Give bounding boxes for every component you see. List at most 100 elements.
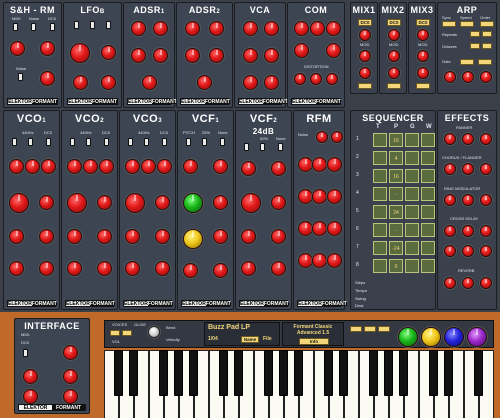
button[interactable] [387, 83, 401, 89]
knob[interactable] [67, 229, 82, 244]
knob[interactable] [213, 229, 228, 244]
seq-cell[interactable] [405, 241, 419, 255]
piano-black-key[interactable] [159, 350, 168, 396]
piano-black-key[interactable] [474, 350, 483, 396]
knob[interactable] [417, 67, 429, 79]
knob[interactable] [243, 75, 258, 90]
knob[interactable] [209, 21, 224, 36]
piano-black-key[interactable] [294, 350, 303, 396]
seq-cell[interactable] [405, 151, 419, 165]
knob[interactable] [131, 48, 146, 63]
piano-black-key[interactable] [219, 350, 228, 396]
knob[interactable] [41, 159, 56, 174]
switch[interactable] [46, 138, 51, 146]
knob[interactable] [23, 369, 38, 384]
knob[interactable] [63, 389, 78, 404]
switch[interactable] [86, 138, 91, 146]
button[interactable] [460, 21, 474, 27]
switch[interactable] [278, 143, 283, 151]
knob[interactable] [9, 261, 24, 276]
knob[interactable] [241, 261, 256, 276]
knob[interactable] [462, 245, 474, 257]
knob[interactable] [326, 43, 341, 58]
knob[interactable] [243, 21, 258, 36]
knob-yellow[interactable] [183, 229, 203, 249]
knob[interactable] [444, 71, 456, 83]
knob[interactable] [462, 163, 474, 175]
knob-green[interactable] [183, 193, 203, 213]
piano-black-key[interactable] [429, 350, 438, 396]
knob[interactable] [444, 163, 456, 175]
seq-cell[interactable]: - [389, 223, 403, 237]
knob[interactable] [185, 48, 200, 63]
knob[interactable] [388, 50, 400, 62]
knob[interactable] [417, 29, 429, 41]
piano-black-key[interactable] [339, 350, 348, 396]
knob[interactable] [67, 261, 82, 276]
switch[interactable] [31, 23, 36, 31]
knob[interactable] [99, 159, 114, 174]
switch[interactable] [128, 138, 133, 146]
knob[interactable] [125, 193, 145, 213]
knob[interactable] [183, 159, 198, 174]
button[interactable] [122, 330, 132, 336]
knob-blue[interactable] [444, 327, 464, 347]
seq-cell[interactable] [373, 241, 387, 255]
knob[interactable] [359, 29, 371, 41]
knob[interactable] [125, 261, 140, 276]
knob[interactable] [480, 163, 492, 175]
knob[interactable] [294, 21, 309, 36]
switch[interactable] [244, 143, 249, 151]
seq-cell[interactable] [421, 187, 435, 201]
knob[interactable] [155, 229, 170, 244]
knob[interactable] [243, 48, 258, 63]
knob[interactable] [462, 133, 474, 145]
knob[interactable] [298, 221, 313, 236]
knob[interactable] [10, 41, 25, 56]
button[interactable] [482, 43, 492, 49]
knob[interactable] [298, 157, 313, 172]
knob[interactable] [327, 189, 342, 204]
button[interactable] [110, 330, 120, 336]
knob[interactable] [63, 345, 78, 360]
seq-cell[interactable] [405, 169, 419, 183]
button[interactable] [442, 21, 456, 27]
knob[interactable] [310, 73, 322, 85]
knob[interactable] [157, 159, 172, 174]
knob[interactable] [125, 159, 140, 174]
knob[interactable] [462, 277, 474, 289]
knob[interactable] [316, 131, 328, 143]
button[interactable] [460, 59, 474, 65]
switch[interactable] [186, 138, 191, 146]
switch[interactable] [260, 143, 265, 151]
knob[interactable] [271, 161, 286, 176]
seq-cell[interactable]: 24 [389, 205, 403, 219]
knob[interactable] [326, 21, 341, 36]
knob[interactable] [197, 75, 212, 90]
knob[interactable] [63, 369, 78, 384]
seq-cell[interactable] [373, 223, 387, 237]
knob[interactable] [294, 73, 306, 85]
seq-cell[interactable] [421, 151, 435, 165]
knob[interactable] [141, 159, 156, 174]
seq-cell[interactable] [405, 187, 419, 201]
knob[interactable] [125, 229, 140, 244]
knob[interactable] [480, 133, 492, 145]
knob[interactable] [142, 75, 157, 90]
seq-cell[interactable]: 16 [389, 133, 403, 147]
knob[interactable] [39, 261, 54, 276]
button[interactable] [350, 326, 362, 332]
knob[interactable] [359, 67, 371, 79]
knob[interactable] [131, 21, 146, 36]
knob[interactable] [67, 193, 87, 213]
seq-cell[interactable] [373, 187, 387, 201]
knob[interactable] [444, 277, 456, 289]
seq-cell[interactable]: 16 [389, 169, 403, 183]
piano-black-key[interactable] [399, 350, 408, 396]
seq-cell[interactable] [421, 259, 435, 273]
switch[interactable] [23, 349, 28, 357]
knob[interactable] [9, 193, 29, 213]
knob[interactable] [264, 48, 279, 63]
switch[interactable] [50, 23, 55, 31]
piano-black-key[interactable] [324, 350, 333, 396]
